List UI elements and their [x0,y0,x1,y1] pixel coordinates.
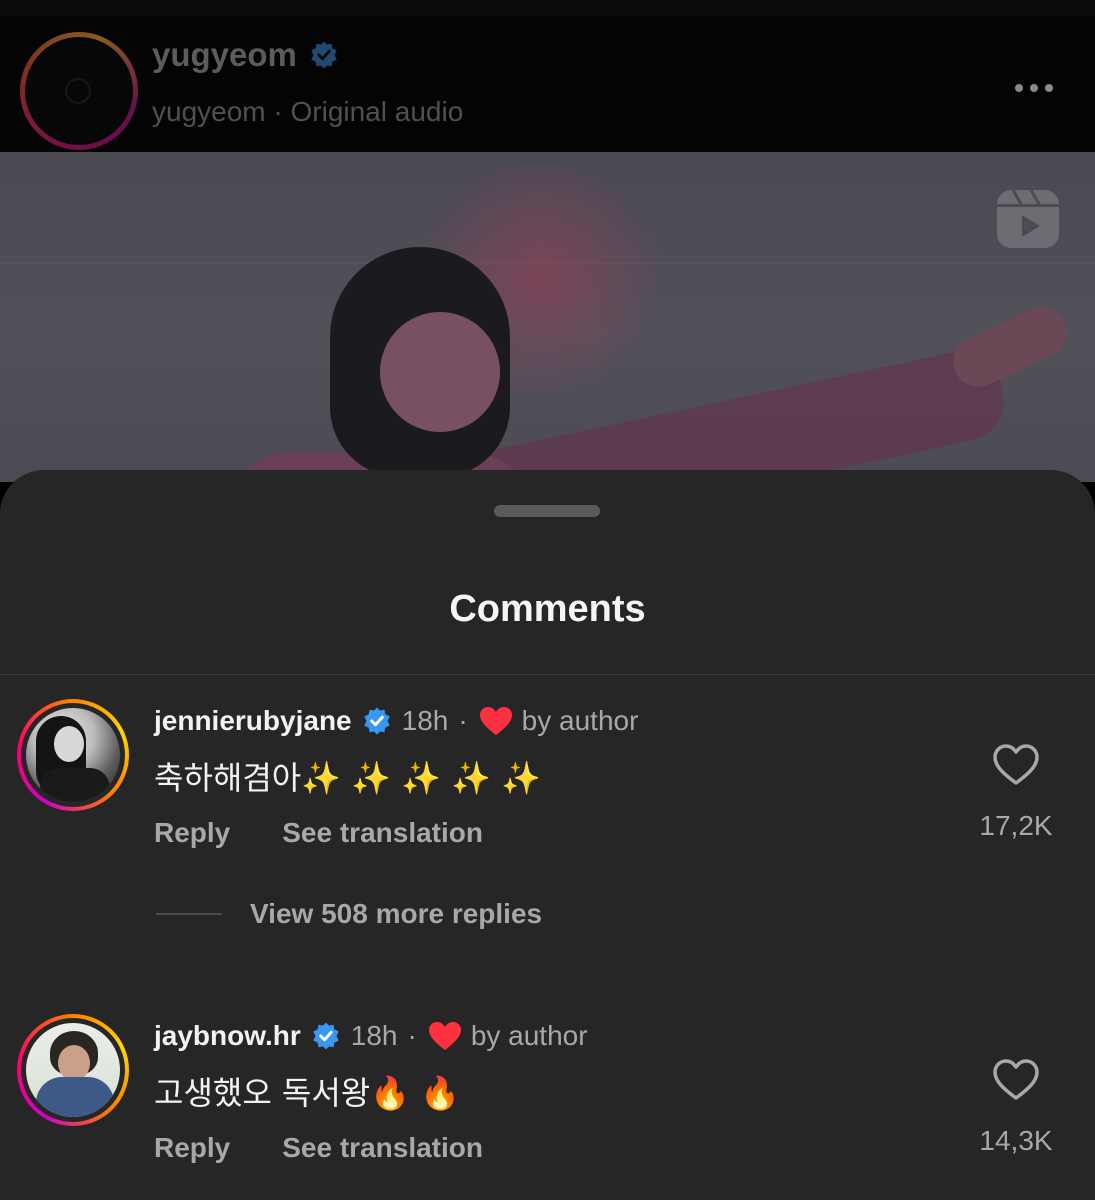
comments-sheet: Comments jennierubyjane 18h · by author … [0,470,1095,1200]
view-more-replies-label: View 508 more replies [250,898,543,929]
replies-divider-line [156,913,222,915]
verified-badge-icon [363,707,390,735]
channel-logo-icon [65,78,91,104]
sheet-drag-handle[interactable] [494,505,600,517]
like-control: 14,3K [973,1058,1059,1157]
comment-username[interactable]: jaybnow.hr [154,1020,301,1052]
comment-time: 18h [350,1020,398,1051]
see-translation-button[interactable]: See translation [282,1132,483,1164]
reels-icon[interactable] [995,188,1061,250]
verified-badge-icon [313,1022,339,1050]
separator-dot: · [407,1020,417,1051]
separator-dot: · [458,705,468,736]
reel-header: yugyeom yugyeom · Original audio [0,16,1095,152]
channel-username[interactable]: yugyeom [152,36,297,74]
reply-button[interactable]: Reply [154,1132,230,1164]
heart-filled-icon [428,1022,461,1050]
see-translation-button[interactable]: See translation [282,817,483,849]
liked-by-author-label: by author [521,705,639,736]
reply-button[interactable]: Reply [154,817,230,849]
comment-text: 축하해겸아✨ ✨ ✨ ✨ ✨ [154,759,542,797]
status-strip [0,0,1095,16]
avatar[interactable] [17,1014,129,1126]
more-horizontal-icon[interactable] [1015,84,1053,92]
channel-name-row: yugyeom [152,36,339,74]
like-count: 17,2K [979,810,1053,841]
comment-text: 고생했오 독서왕🔥 🔥 [154,1074,461,1112]
like-control: 17,2K [973,743,1059,842]
audio-subtitle[interactable]: yugyeom · Original audio [152,96,463,128]
heart-outline-icon[interactable] [992,1058,1040,1102]
heart-outline-icon[interactable] [992,743,1040,787]
heart-filled-icon [479,707,512,735]
comment-item: jaybnow.hr 18h · by author 고생했오 독서왕🔥 🔥 R… [0,990,1095,1163]
comment-item: jennierubyjane 18h · by author 축하해겸아✨ ✨ … [0,675,1095,848]
avatar[interactable] [17,699,129,811]
view-more-replies-button[interactable]: View 508 more replies [156,898,542,930]
sheet-title: Comments [449,588,646,630]
like-count: 14,3K [979,1125,1053,1156]
comment-time: 18h [401,705,449,736]
channel-avatar[interactable] [20,32,138,150]
reel-video-preview[interactable] [0,152,1095,482]
comment-username[interactable]: jennierubyjane [154,705,352,737]
liked-by-author-label: by author [470,1020,588,1051]
verified-badge-icon [311,41,337,69]
